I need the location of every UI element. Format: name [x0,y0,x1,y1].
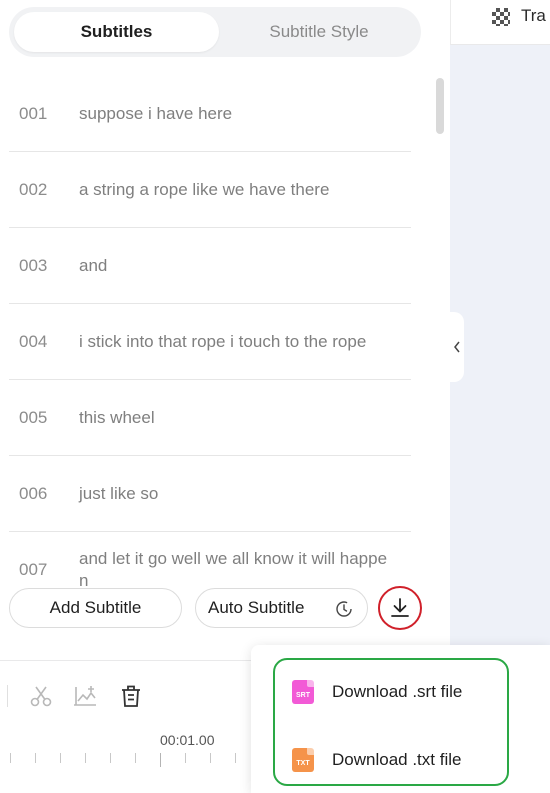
subtitle-text[interactable]: suppose i have here [79,103,391,125]
ruler-tick [210,753,211,763]
preview-canvas [450,45,550,645]
subtitle-number: 003 [19,255,48,275]
ruler-tick [135,753,136,763]
download-txt-item[interactable]: TXT Download .txt file [292,746,461,774]
tab-subtitle-style[interactable]: Subtitle Style [221,12,417,52]
subtitle-list: 001 suppose i have here 002 a string a r… [9,76,411,590]
panel-tabs: Subtitles Subtitle Style [9,7,421,57]
subtitle-row[interactable]: 002 a string a rope like we have there [9,152,411,228]
download-icon [391,598,409,617]
subtitle-row[interactable]: 006 just like so [9,456,411,532]
add-subtitle-label: Add Subtitle [49,598,142,617]
download-subtitles-button[interactable] [378,586,422,630]
preview-toolbar: Tra [450,0,550,45]
subtitle-row[interactable]: 004 i stick into that rope i touch to th… [9,304,411,380]
subtitle-text[interactable]: i stick into that rope i touch to the ro… [79,331,391,353]
download-srt-label: Download .srt file [332,682,463,701]
timeline-ruler[interactable] [0,753,250,773]
ruler-tick [160,753,161,767]
subtitle-text[interactable]: and let it go well we all know it will h… [79,548,391,591]
subtitle-text[interactable]: and [79,255,391,277]
subtitle-number: 007 [19,559,48,579]
ruler-tick [110,753,111,763]
tab-subtitles[interactable]: Subtitles [14,12,219,52]
ruler-tick [235,753,236,763]
subtitle-row[interactable]: 007 and let it go well we all know it wi… [9,532,411,590]
ruler-tick [185,753,186,763]
subtitle-text[interactable]: this wheel [79,407,391,429]
auto-subtitle-button[interactable]: Auto Subtitle [195,588,368,628]
subtitle-row[interactable]: 005 this wheel [9,380,411,456]
txt-file-icon: TXT [292,748,314,772]
ruler-tick [60,753,61,763]
download-srt-item[interactable]: SRT Download .srt file [292,678,462,706]
srt-file-icon: SRT [292,680,314,704]
subtitle-row[interactable]: 003 and [9,228,411,304]
delete-icon[interactable] [118,683,144,709]
download-txt-label: Download .txt file [332,750,462,769]
toolbar-divider [7,685,8,707]
subtitle-row[interactable]: 001 suppose i have here [9,76,411,152]
ruler-tick [85,753,86,763]
ruler-tick [10,753,11,763]
subtitle-text[interactable]: just like so [79,483,391,505]
subtitle-list-scrollbar[interactable] [436,78,444,134]
add-subtitle-button[interactable]: Add Subtitle [9,588,182,628]
transparency-icon [492,8,510,26]
subtitle-number: 004 [19,331,48,351]
scissors-icon[interactable] [28,683,54,709]
subtitle-number: 001 [19,103,48,123]
timer-icon [336,601,352,617]
subtitle-number: 002 [19,179,48,199]
timeline-time-label: 00:01.00 [160,732,215,748]
subtitle-actions: Add Subtitle Auto Subtitle [0,586,450,632]
replace-image-icon[interactable] [72,683,98,709]
auto-subtitle-label: Auto Subtitle [208,598,305,617]
ruler-tick [35,753,36,763]
toolbar-label[interactable]: Tra [521,6,546,26]
subtitle-number: 006 [19,483,48,503]
subtitles-panel: Subtitles Subtitle Style 001 suppose i h… [0,0,450,660]
subtitle-text[interactable]: a string a rope like we have there [79,179,391,201]
chevron-left-icon [454,341,460,353]
subtitle-number: 005 [19,407,48,427]
collapse-panel-handle[interactable] [450,312,464,382]
